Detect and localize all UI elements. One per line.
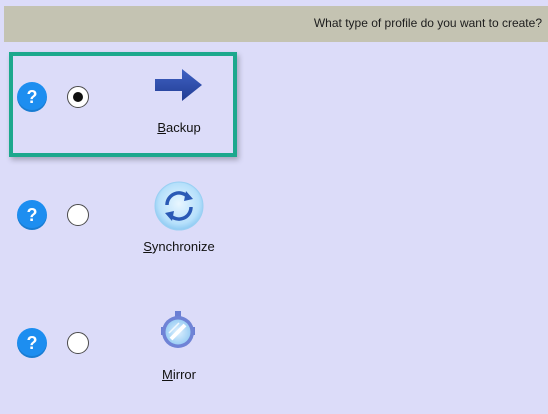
radio-synchronize[interactable] [67,204,89,226]
radio-mirror[interactable] [67,332,89,354]
profile-type-question: What type of profile do you want to crea… [313,16,542,30]
mirror-label[interactable]: Mirror [110,367,248,382]
arrow-right-icon[interactable] [150,56,206,112]
header-bar: What type of profile do you want to crea… [4,6,548,42]
option-backup: ? Backup [0,42,548,152]
help-icon: ? [26,86,38,107]
help-button-synchronize[interactable]: ? [17,200,47,230]
sync-icon[interactable] [151,178,207,234]
backup-label[interactable]: Backup [110,120,248,135]
option-mirror: ? Mirror [0,288,548,398]
radio-backup[interactable] [67,86,89,108]
option-synchronize: ? Synchronize [0,160,548,270]
synchronize-label[interactable]: Synchronize [110,239,248,254]
help-icon: ? [26,204,38,225]
help-button-backup[interactable]: ? [17,82,47,112]
help-button-mirror[interactable]: ? [17,328,47,358]
mirror-icon[interactable] [152,306,204,358]
help-icon: ? [26,332,38,353]
